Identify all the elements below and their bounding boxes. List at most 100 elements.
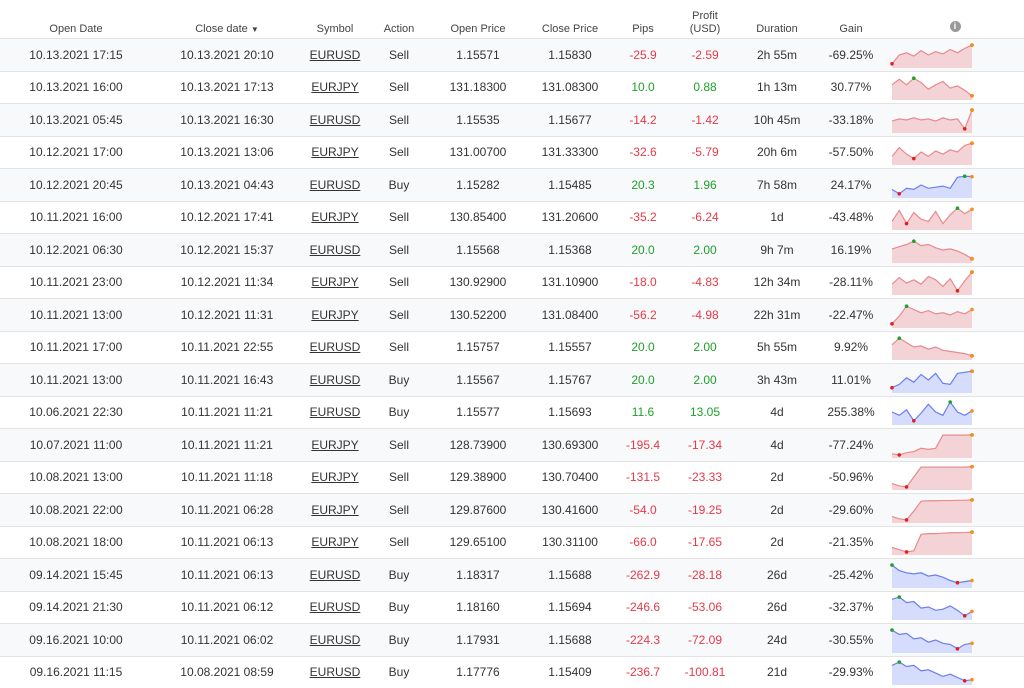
table-row[interactable]: 10.12.2021 06:30 10.12.2021 15:37 EURUSD Se…: [0, 233, 1024, 266]
table-row[interactable]: 10.11.2021 16:00 10.12.2021 17:41 EURJPY Se…: [0, 200, 1024, 234]
open-date-cell: 10.06.2021 22:30: [0, 395, 152, 429]
open-price-cell: 1.18317: [430, 558, 526, 591]
info-icon[interactable]: i: [949, 21, 961, 32]
symbol-cell: EURUSD: [302, 395, 368, 429]
symbol-link[interactable]: EURJPY: [311, 438, 358, 452]
duration-cell: 26d: [738, 590, 816, 624]
table-row[interactable]: 10.13.2021 16:00 10.13.2021 17:13 EURJPY Se…: [0, 70, 1024, 104]
header-chart: i: [886, 0, 1024, 39]
symbol-link[interactable]: EURJPY: [311, 470, 358, 484]
close-price-cell: 1.15368: [526, 233, 614, 266]
sparkline-cell: [886, 493, 1024, 526]
open-price-cell: 1.15567: [430, 363, 526, 396]
header-close-price[interactable]: Close Price: [526, 0, 614, 39]
duration-cell: 2d: [738, 493, 816, 526]
symbol-link[interactable]: EURJPY: [311, 308, 358, 322]
table-row[interactable]: 10.06.2021 22:30 10.11.2021 11:21 EURUSD Bu…: [0, 395, 1024, 429]
table-row[interactable]: 10.12.2021 17:00 10.13.2021 13:06 EURJPY Se…: [0, 135, 1024, 169]
table-row[interactable]: 10.13.2021 05:45 10.13.2021 16:30 EURUSD Se…: [0, 103, 1024, 136]
gain-cell: -30.55%: [816, 623, 886, 656]
table-row[interactable]: 10.13.2021 17:15 10.13.2021 20:10 EURUSD Se…: [0, 38, 1024, 71]
sparkline-last-marker: [970, 270, 974, 275]
table-row[interactable]: 09.16.2021 10:00 10.11.2021 06:02 EURUSD Bu…: [0, 623, 1024, 656]
pips-cell: -195.4: [614, 428, 672, 461]
table-row[interactable]: 10.08.2021 18:00 10.11.2021 06:13 EURJPY Se…: [0, 525, 1024, 559]
close-price-cell: 1.15688: [526, 558, 614, 591]
profit-cell: -72.09: [672, 623, 738, 656]
table-row[interactable]: 10.11.2021 23:00 10.12.2021 11:34 EURJPY Se…: [0, 265, 1024, 299]
symbol-link[interactable]: EURUSD: [310, 340, 361, 354]
duration-cell: 20h 6m: [738, 135, 816, 169]
gain-cell: -29.60%: [816, 493, 886, 526]
sparkline-last-marker: [970, 369, 974, 373]
open-price-cell: 129.87600: [430, 493, 526, 526]
symbol-link[interactable]: EURUSD: [310, 373, 361, 387]
symbol-link[interactable]: EURJPY: [311, 210, 358, 224]
table-row[interactable]: 09.14.2021 15:45 10.11.2021 06:13 EURUSD Bu…: [0, 558, 1024, 591]
symbol-link[interactable]: EURJPY: [311, 275, 358, 289]
trade-sparkline: [890, 304, 974, 328]
symbol-link[interactable]: EURUSD: [310, 405, 361, 419]
sparkline-cell: [886, 395, 1024, 429]
symbol-cell: EURJPY: [302, 70, 368, 104]
profit-cell: -23.33: [672, 460, 738, 494]
symbol-link[interactable]: EURUSD: [310, 113, 361, 127]
symbol-link[interactable]: EURJPY: [311, 145, 358, 159]
symbol-link[interactable]: EURUSD: [310, 568, 361, 582]
duration-cell: 2h 55m: [738, 38, 816, 71]
sort-desc-icon[interactable]: ▼: [251, 25, 259, 34]
header-gain[interactable]: Gain: [816, 0, 886, 39]
table-row[interactable]: 10.11.2021 13:00 10.12.2021 11:31 EURJPY Se…: [0, 298, 1024, 331]
symbol-link[interactable]: EURUSD: [310, 243, 361, 257]
table-row[interactable]: 10.07.2021 11:00 10.11.2021 11:21 EURJPY Se…: [0, 428, 1024, 461]
sparkline-min-marker: [890, 61, 894, 66]
symbol-link[interactable]: EURJPY: [311, 80, 358, 94]
symbol-link[interactable]: EURUSD: [310, 48, 361, 62]
header-open-price[interactable]: Open Price: [430, 0, 526, 39]
duration-cell: 22h 31m: [738, 298, 816, 331]
action-cell: Sell: [368, 428, 430, 461]
symbol-link[interactable]: EURJPY: [311, 503, 358, 517]
header-close-date[interactable]: Close date ▼: [152, 0, 302, 39]
close-price-cell: 130.41600: [526, 493, 614, 526]
open-date-cell: 10.11.2021 13:00: [0, 363, 152, 396]
pips-cell: 20.3: [614, 168, 672, 201]
header-symbol[interactable]: Symbol: [302, 0, 368, 39]
close-price-cell: 1.15688: [526, 623, 614, 656]
table-row[interactable]: 09.14.2021 21:30 10.11.2021 06:12 EURUSD Bu…: [0, 590, 1024, 624]
table-row[interactable]: 10.08.2021 22:00 10.11.2021 06:28 EURJPY Se…: [0, 493, 1024, 526]
close-price-cell: 1.15694: [526, 590, 614, 624]
close-date-cell: 10.12.2021 15:37: [152, 233, 302, 266]
header-pips[interactable]: Pips: [614, 0, 672, 39]
symbol-cell: EURUSD: [302, 103, 368, 136]
symbol-link[interactable]: EURJPY: [311, 535, 358, 549]
trade-sparkline: [891, 660, 974, 686]
action-cell: Sell: [368, 298, 430, 331]
table-row[interactable]: 10.12.2021 20:45 10.13.2021 04:43 EURUSD Bu…: [0, 168, 1024, 201]
symbol-link[interactable]: EURUSD: [310, 665, 361, 679]
table-row[interactable]: 09.16.2021 11:15 10.08.2021 08:59 EURUSD Bu…: [0, 655, 1024, 688]
header-action[interactable]: Action: [368, 0, 430, 39]
symbol-cell: EURUSD: [302, 233, 368, 266]
open-date-cell: 10.12.2021 17:00: [0, 135, 152, 169]
symbol-link[interactable]: EURUSD: [310, 600, 361, 614]
symbol-link[interactable]: EURUSD: [310, 633, 361, 647]
table-row[interactable]: 10.11.2021 17:00 10.11.2021 22:55 EURUSD Se…: [0, 330, 1024, 364]
table-row[interactable]: 10.11.2021 13:00 10.11.2021 16:43 EURUSD Bu…: [0, 363, 1024, 396]
close-price-cell: 1.15693: [526, 395, 614, 429]
header-duration[interactable]: Duration: [738, 0, 816, 39]
duration-cell: 24d: [738, 623, 816, 656]
action-cell: Buy: [368, 363, 430, 396]
sparkline-last-marker: [970, 678, 974, 682]
sparkline-area: [892, 564, 972, 588]
sparkline-area: [892, 434, 972, 458]
sparkline-min-marker: [962, 126, 967, 131]
header-open-date[interactable]: Open Date: [0, 0, 152, 39]
sparkline-max-marker: [890, 628, 894, 632]
sparkline-cell: [886, 265, 1024, 299]
table-row[interactable]: 10.08.2021 13:00 10.11.2021 11:18 EURJPY Se…: [0, 460, 1024, 494]
pips-cell: -56.2: [614, 298, 672, 331]
header-profit[interactable]: Profit (USD): [672, 0, 738, 39]
table-header-row: Open Date Close date ▼ Symbol Action Ope…: [0, 0, 1024, 39]
symbol-link[interactable]: EURUSD: [310, 178, 361, 192]
